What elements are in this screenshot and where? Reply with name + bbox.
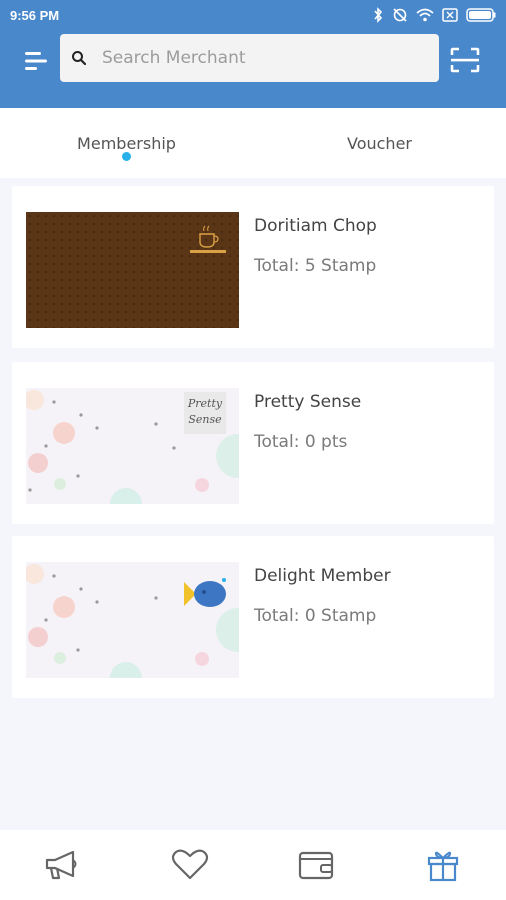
- coffee-logo-icon: [190, 225, 226, 253]
- megaphone-icon: [46, 850, 77, 880]
- nav-wallet[interactable]: [253, 830, 380, 900]
- tab-voucher[interactable]: Voucher: [253, 108, 506, 178]
- card-image: [26, 562, 239, 678]
- status-icons: [372, 7, 496, 23]
- tab-bar: Membership Voucher: [0, 108, 506, 178]
- card-total: Total: 5 Stamp: [254, 256, 377, 276]
- scan-icon[interactable]: [449, 46, 481, 74]
- nav-favorites[interactable]: [127, 830, 254, 900]
- card-image: [26, 212, 239, 328]
- bluetooth-icon: [374, 7, 383, 23]
- battery-icon: [466, 8, 496, 22]
- membership-card-delight[interactable]: Delight Member Total: 0 Stamp: [12, 536, 494, 698]
- fish-logo-icon: [184, 578, 226, 607]
- pretty-sense-logo: Pretty Sense: [184, 392, 226, 434]
- status-bar: 9:56 PM: [0, 0, 506, 30]
- card-total: Total: 0 pts: [254, 432, 348, 452]
- heart-icon: [171, 849, 208, 880]
- wallet-icon: [299, 851, 334, 880]
- membership-card-doritiam[interactable]: Doritiam Chop Total: 5 Stamp: [12, 186, 494, 348]
- search-input[interactable]: [102, 48, 422, 68]
- card-image: Pretty Sense: [26, 388, 239, 504]
- menu-icon[interactable]: [22, 48, 52, 74]
- logo-text-line-2: Sense: [188, 413, 222, 426]
- sync-off-icon: [393, 8, 407, 22]
- logo-text-line-1: Pretty: [187, 397, 223, 410]
- tab-membership-label: Membership: [77, 133, 176, 153]
- app-header: [0, 30, 506, 108]
- gift-icon: [427, 851, 458, 882]
- bottom-nav: [0, 830, 506, 900]
- card-title: Pretty Sense: [254, 392, 362, 412]
- card-title: Delight Member: [254, 566, 391, 586]
- membership-card-pretty-sense[interactable]: Pretty Sense Pretty Sense Total: 0 pts: [12, 362, 494, 524]
- status-time: 9:56 PM: [10, 7, 60, 23]
- active-tab-indicator: [122, 152, 131, 161]
- card-title: Doritiam Chop: [254, 216, 377, 236]
- search-icon: [72, 51, 87, 66]
- search-bar[interactable]: [60, 34, 439, 82]
- sim-off-icon: [442, 8, 458, 22]
- wifi-icon: [416, 8, 434, 22]
- nav-rewards[interactable]: [380, 830, 506, 900]
- nav-promotions[interactable]: [0, 830, 127, 900]
- tab-membership[interactable]: Membership: [0, 108, 253, 178]
- tab-voucher-label: Voucher: [347, 133, 412, 153]
- card-total: Total: 0 Stamp: [254, 606, 377, 626]
